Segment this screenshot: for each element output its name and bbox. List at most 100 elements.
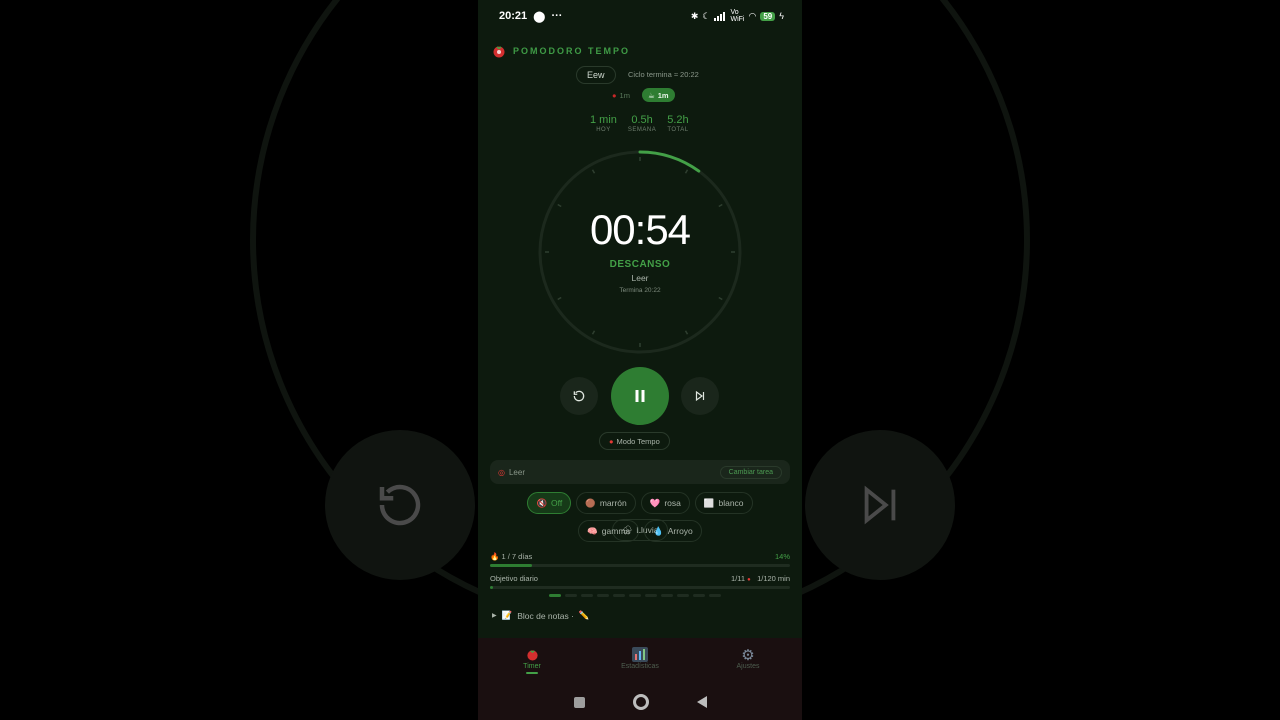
dial-progress-arc xyxy=(638,150,701,173)
break-duration-chip[interactable]: ☕ 1m xyxy=(641,88,675,102)
tomato-icon: ● xyxy=(612,90,617,100)
daily-goal-label: Objetivo diario xyxy=(490,574,538,583)
cycle-end-text: Ciclo termina ≈ 20:22 xyxy=(628,70,699,79)
background-reset-icon xyxy=(325,430,475,580)
timer-task-label: Leer xyxy=(631,273,649,283)
sound-brown-button[interactable]: 🟤 marrón xyxy=(576,492,636,514)
reset-button[interactable] xyxy=(560,377,598,415)
pencil-icon: ✏️ xyxy=(578,610,590,620)
active-tab-indicator xyxy=(526,672,538,674)
focus-duration-chip[interactable]: ● 1m xyxy=(606,88,636,102)
dial-tick xyxy=(557,296,562,301)
stat-today: 1 min HOY xyxy=(590,114,617,133)
phone-screen: 20:21 ⬤ ··· ✱ ☾ Vo WiFi ◠ 59 ϟ POMODORO … xyxy=(478,0,802,720)
pomodoro-dot xyxy=(645,594,657,597)
tab-timer[interactable]: Timer xyxy=(487,646,577,674)
status-bar: 20:21 ⬤ ··· ✱ ☾ Vo WiFi ◠ 59 ϟ xyxy=(478,0,802,32)
dial-tick xyxy=(684,169,689,174)
droplet-icon: 💧 xyxy=(653,525,664,536)
pomodoro-dot xyxy=(613,594,625,597)
dial-tick xyxy=(591,169,596,174)
streak-label: 1 / 7 días xyxy=(501,552,533,561)
tomato-logo-icon xyxy=(493,46,505,58)
streak-progress-fill xyxy=(490,564,532,567)
stat-week: 0.5h SEMANA xyxy=(627,114,657,133)
streak-percent: 14% xyxy=(774,552,790,561)
sound-off-button[interactable]: 🔇 Off xyxy=(527,492,572,514)
expand-triangle-icon: ▶ xyxy=(492,613,497,619)
pomodoro-dot xyxy=(565,594,577,597)
tab-settings[interactable]: ⚙ Ajustes xyxy=(703,646,793,671)
pomodoro-dots xyxy=(549,594,721,597)
timer-mode-label: DESCANSO xyxy=(609,259,671,270)
battery-indicator: 59 xyxy=(760,11,776,21)
pomodoro-dot xyxy=(597,594,609,597)
brown-circle-icon: 🟤 xyxy=(585,497,596,508)
task-bar-label: Leer xyxy=(508,467,525,477)
pomodoro-dot xyxy=(661,594,673,597)
tab-statistics[interactable]: Estadísticas xyxy=(595,646,685,670)
system-navigation-bar xyxy=(478,684,802,720)
pomodoro-dot xyxy=(581,594,593,597)
coffee-cup-icon: ☕ xyxy=(647,90,655,100)
stat-total: 5.2h TOTAL xyxy=(667,114,689,133)
recents-square-icon[interactable] xyxy=(573,696,585,708)
memo-icon: 📝 xyxy=(501,610,513,620)
sound-stream-button[interactable]: 💧 Arroyo xyxy=(644,520,702,542)
pomodoro-dot xyxy=(709,594,721,597)
status-time: 20:21 xyxy=(499,10,528,22)
tempo-mode-button[interactable]: ● Modo Tempo xyxy=(599,432,670,450)
streak-row: 🔥 1 / 7 días 14% xyxy=(490,552,790,561)
brain-icon: 🧠 xyxy=(587,525,598,536)
stats-summary: 1 min HOY 0.5h SEMANA 5.2h TOTAL xyxy=(590,114,689,133)
pomodoro-dot xyxy=(549,594,561,597)
vowifi-label: Vo WiFi xyxy=(730,9,745,23)
target-icon: ◎ xyxy=(498,467,505,477)
pause-icon xyxy=(635,390,645,402)
change-task-button[interactable]: Cambiar tarea xyxy=(719,465,782,479)
session-chips: ● 1m ☕ 1m xyxy=(606,88,675,102)
dial-tick xyxy=(718,296,723,301)
moon-icon: ☾ xyxy=(702,10,711,21)
notepad-toggle[interactable]: ▶ 📝 Bloc de notas · ✏️ xyxy=(492,610,590,621)
gear-icon: ⚙ xyxy=(741,646,755,664)
daily-goal-minutes: 1/120 min xyxy=(757,574,790,583)
sound-pink-button[interactable]: 🩷 rosa xyxy=(640,492,690,514)
pink-heart-icon: 🩷 xyxy=(649,497,661,508)
timer-display: 00:54 xyxy=(589,206,691,253)
tomato-icon: ● xyxy=(747,577,751,583)
sound-row-2: 🧠 gamma 💧 Arroyo xyxy=(478,520,802,542)
bottom-tab-bar: Timer Estadísticas ⚙ Ajustes xyxy=(478,638,802,684)
skip-icon xyxy=(695,390,705,402)
app-brand: POMODORO TEMPO xyxy=(492,44,630,58)
pomodoro-dot xyxy=(693,594,705,597)
current-task-pill[interactable]: Eew xyxy=(576,66,616,84)
signal-icon xyxy=(714,11,726,21)
white-square-icon: ⬜ xyxy=(703,497,715,508)
streak-progress-bar xyxy=(490,564,790,567)
notification-icon: ⬤ xyxy=(533,10,546,23)
more-icon: ··· xyxy=(551,10,563,22)
home-circle-icon[interactable] xyxy=(632,694,649,710)
pause-button[interactable] xyxy=(611,367,669,425)
sound-white-button[interactable]: ⬜ blanco xyxy=(694,492,753,514)
app-title: POMODORO TEMPO xyxy=(513,46,631,56)
daily-goal-pomodoros: 1/11 xyxy=(731,574,746,583)
daily-goal-progress-bar xyxy=(490,586,790,589)
sound-gamma-button[interactable]: 🧠 gamma xyxy=(578,520,640,542)
daily-goal-progress-fill xyxy=(490,586,493,589)
dial-tick xyxy=(591,330,596,335)
wifi-icon: ◠ xyxy=(748,10,757,21)
muted-speaker-icon: 🔇 xyxy=(536,497,548,508)
bar-chart-icon xyxy=(632,647,648,662)
task-bar: ◎ Leer Cambiar tarea xyxy=(490,460,790,484)
back-triangle-icon[interactable] xyxy=(696,696,707,708)
fire-icon: 🔥 xyxy=(490,552,500,561)
bluetooth-icon: ✱ xyxy=(690,10,699,21)
daily-goal-row: Objetivo diario 1/11 ● 1/120 min xyxy=(490,574,790,583)
charging-icon: ϟ xyxy=(779,11,784,21)
tomato-icon xyxy=(526,650,538,661)
skip-button[interactable] xyxy=(681,377,719,415)
pomodoro-dot xyxy=(629,594,641,597)
reset-icon xyxy=(573,390,585,402)
